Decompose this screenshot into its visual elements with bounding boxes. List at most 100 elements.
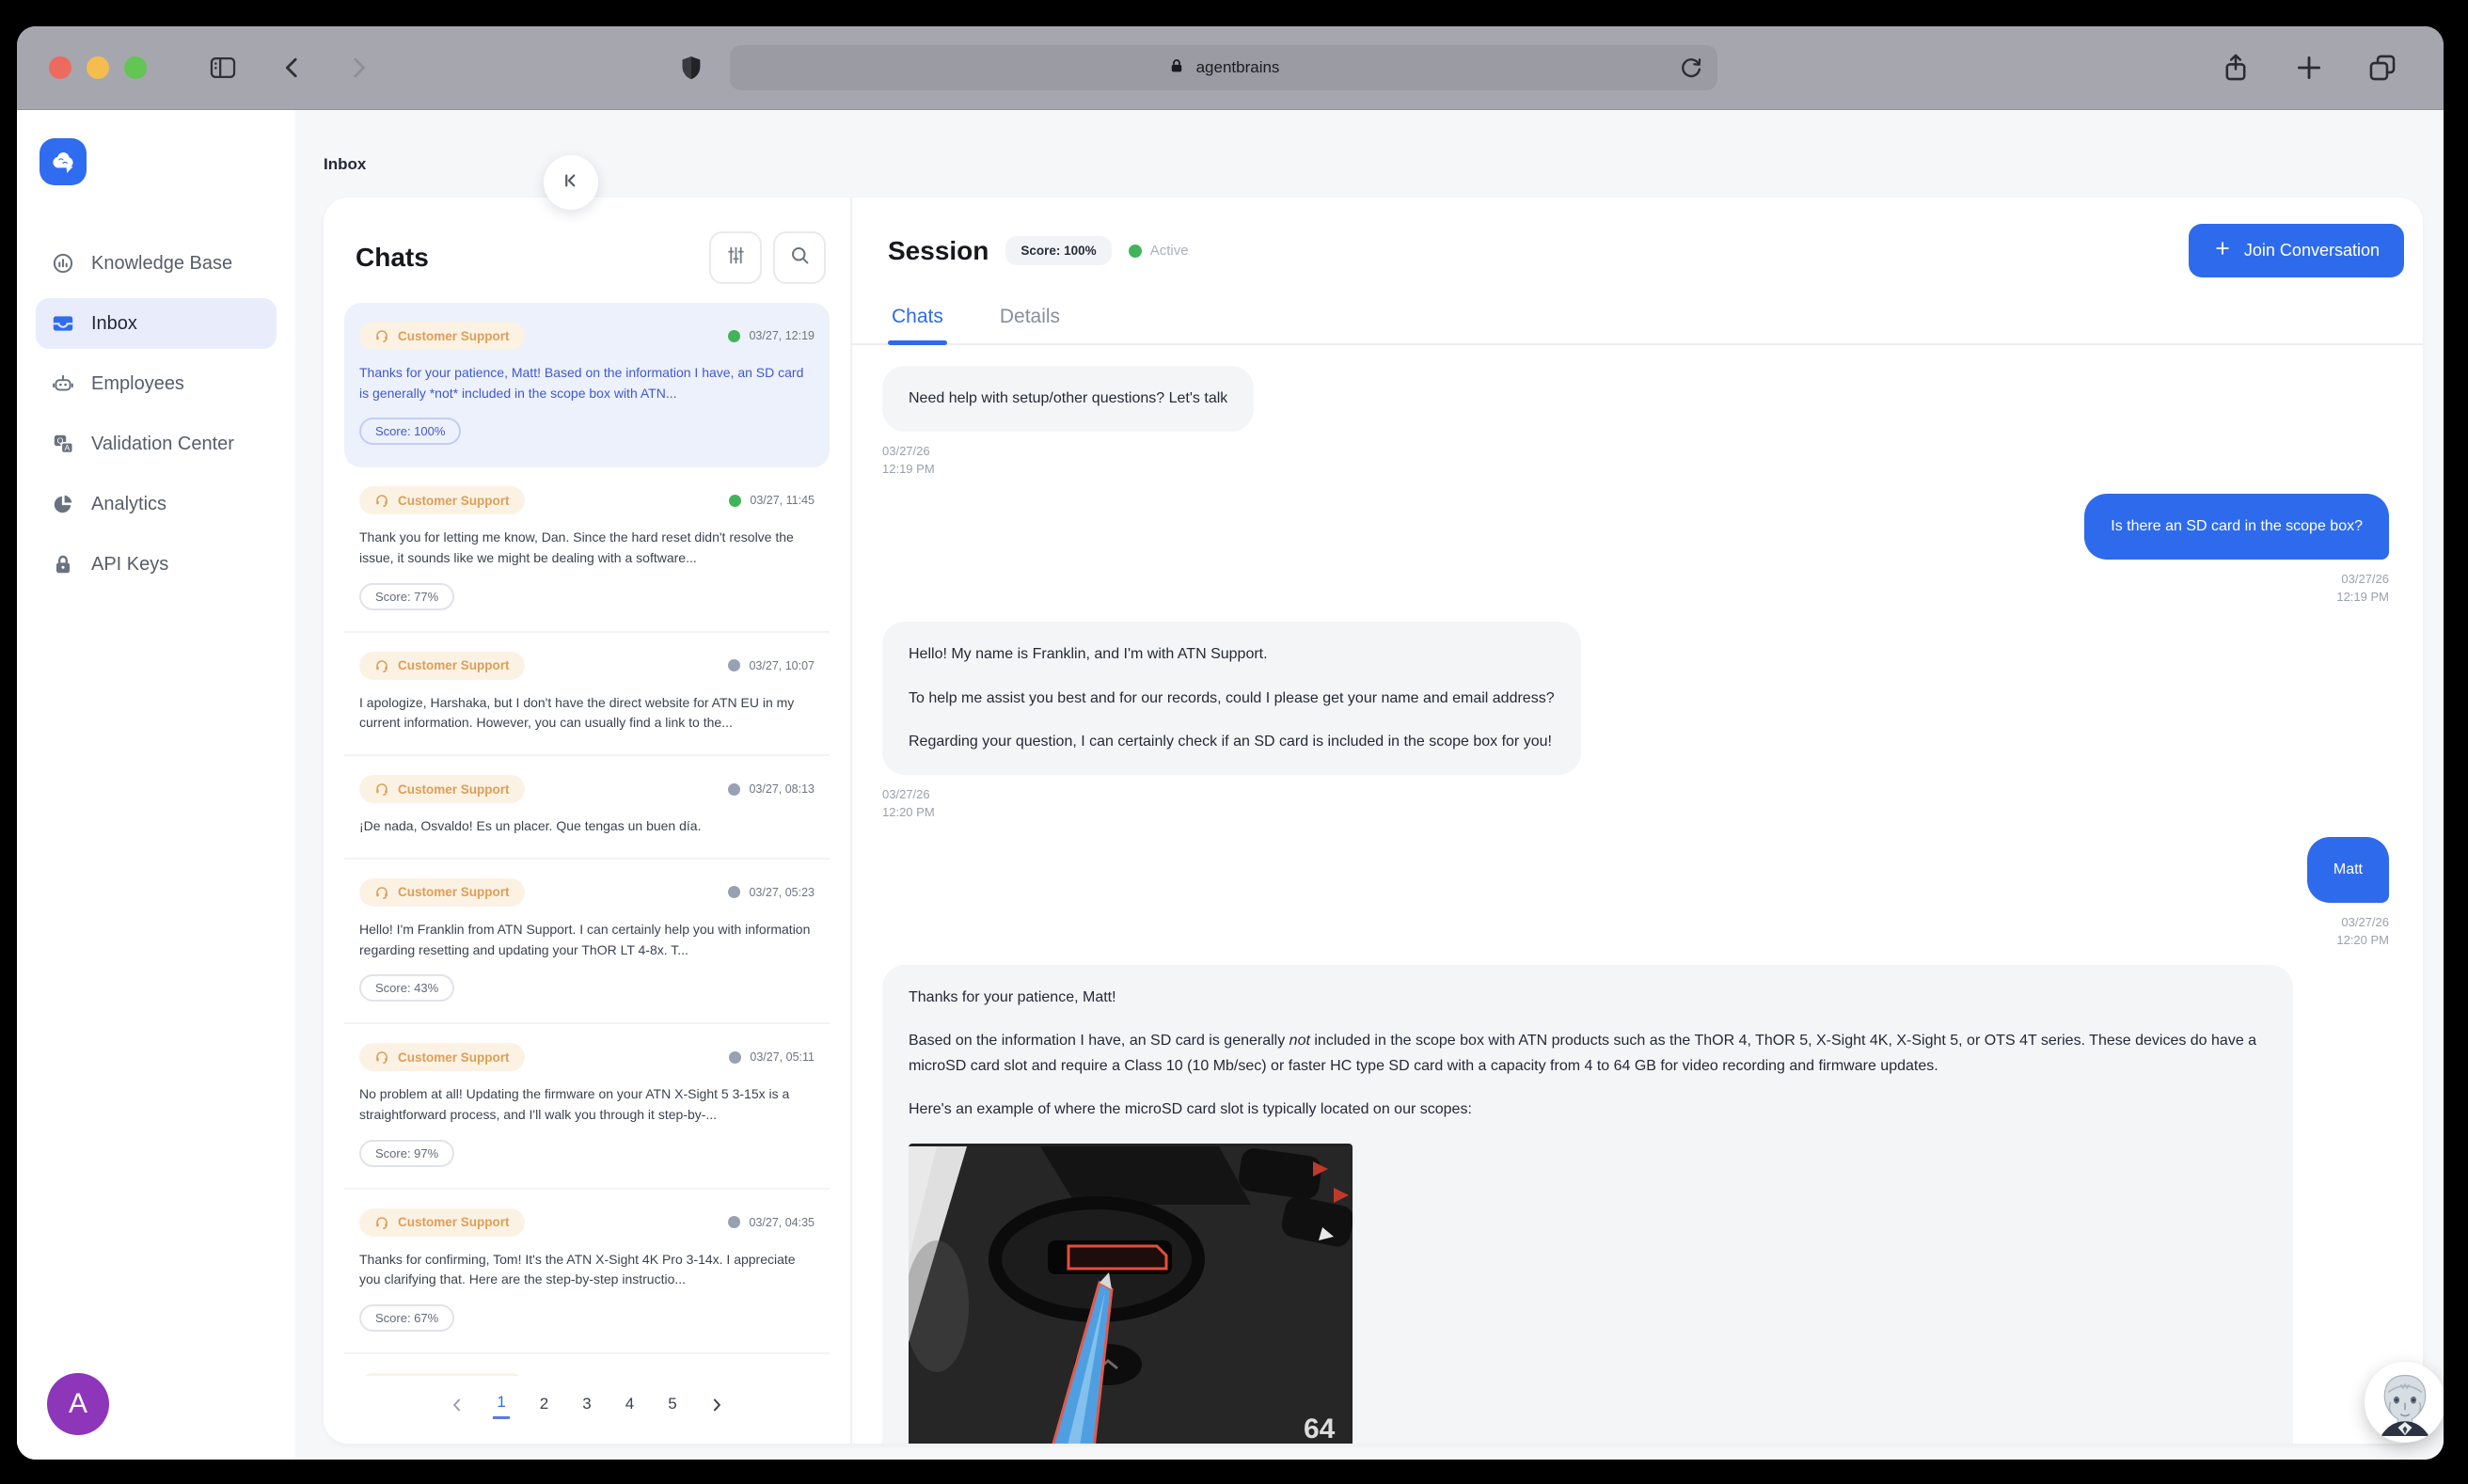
chat-list-item[interactable]: Customer Support 03/27, 05:11 No problem… <box>344 1024 830 1189</box>
user-avatar-letter: A <box>69 1388 87 1420</box>
screen: agentbrains <box>0 0 2468 1484</box>
chats-title: Chats <box>356 243 698 273</box>
tab-details[interactable]: Details <box>996 296 1064 343</box>
page-button[interactable]: 4 <box>622 1393 638 1418</box>
message-bubble: Matt <box>2307 837 2389 903</box>
headset-icon <box>374 328 389 343</box>
employees-icon <box>51 371 75 396</box>
sidebar-item-knowledge-base[interactable]: Knowledge Base <box>36 238 277 289</box>
scope-microsd-slot-image[interactable]: 64 <box>909 1144 1353 1444</box>
session-title: Session <box>888 236 989 266</box>
agent-badge-label: Customer Support <box>398 1050 510 1065</box>
sidebar-toggle-icon[interactable] <box>207 52 239 84</box>
page-button[interactable]: 1 <box>493 1391 509 1419</box>
analytics-icon <box>51 492 75 516</box>
share-icon[interactable] <box>2220 52 2252 84</box>
chat-time: 03/27, 05:11 <box>750 1050 815 1064</box>
status-dot <box>729 495 741 507</box>
address-bar[interactable]: agentbrains <box>730 45 1717 90</box>
user-avatar[interactable]: A <box>47 1373 109 1435</box>
chat-meta: 03/27, 12:19 <box>728 329 815 342</box>
page-button[interactable]: 3 <box>578 1393 594 1418</box>
status-dot <box>728 886 740 898</box>
message-text: To help me assist you best and for our r… <box>909 687 1555 711</box>
chat-preview: Hello! I'm Franklin from ATN Support. I … <box>359 920 815 960</box>
chat-list-item[interactable]: Customer Support 03/27, 08:13 ¡De nada, … <box>344 756 830 860</box>
session-score-badge: Score: 100% <box>1005 236 1111 265</box>
tab-chats[interactable]: Chats <box>888 296 947 343</box>
agent-badge-label: Customer Support <box>398 782 510 797</box>
score-badge: Score: 77% <box>359 583 454 610</box>
chat-meta: 03/27, 11:45 <box>729 494 815 507</box>
page-button[interactable]: 2 <box>536 1393 552 1418</box>
session-status: Active <box>1129 243 1189 259</box>
sidebar-item-label: Knowledge Base <box>91 253 232 275</box>
sidebar-item-employees[interactable]: Employees <box>36 358 277 409</box>
agent-badge-label: Customer Support <box>398 494 510 508</box>
chat-list-item[interactable]: Customer Support 03/27, 10:07 I apologiz… <box>344 633 830 756</box>
forward-icon[interactable] <box>344 54 372 82</box>
shield-icon[interactable] <box>677 54 705 82</box>
main-area: Inbox Chats <box>295 110 2444 1460</box>
chat-list: Customer Support 03/27, 12:19 Thanks for… <box>324 303 850 1376</box>
message-text: Is there an SD card in the scope box? <box>2111 518 2363 534</box>
collapse-sidebar-icon <box>559 168 583 197</box>
page-button[interactable]: 5 <box>664 1393 680 1418</box>
close-window-button[interactable] <box>49 56 71 79</box>
message-text: Thanks for your patience, Matt! <box>909 986 2267 1010</box>
browser-window: agentbrains <box>17 26 2444 1460</box>
back-icon[interactable] <box>278 54 307 82</box>
status-dot <box>728 1216 740 1228</box>
agent-badge: Customer Support <box>359 878 525 907</box>
pagination: 1 2 3 4 5 <box>324 1376 850 1444</box>
chat-time: 03/27, 11:45 <box>750 494 815 507</box>
tabs-overview-icon[interactable] <box>2366 52 2398 84</box>
chat-list-item[interactable]: Customer Support 03/27, 11:45 Thank you … <box>344 467 830 632</box>
chat-preview: I apologize, Harshaka, but I don't have … <box>359 693 815 734</box>
chat-list-item[interactable]: Customer Support 03/27, 03:51 <box>344 1354 830 1376</box>
message-sent: Matt 03/27/26 12:20 PM <box>882 837 2389 950</box>
browser-toolbar: agentbrains <box>17 26 2444 110</box>
message-received: Thanks for your patience, Matt! Based on… <box>882 965 2389 1444</box>
status-dot <box>728 659 740 671</box>
sidebar-item-label: Analytics <box>91 494 166 515</box>
sidebar-item-api-keys[interactable]: API Keys <box>36 539 277 590</box>
chat-meta: 03/27, 05:23 <box>728 886 815 899</box>
chat-list-item[interactable]: Customer Support 03/27, 12:19 Thanks for… <box>344 303 830 467</box>
chat-list-item[interactable]: Customer Support 03/27, 04:35 Thanks for… <box>344 1190 830 1354</box>
chevron-left-icon[interactable] <box>448 1396 467 1414</box>
sidebar-item-inbox[interactable]: Inbox <box>36 298 277 349</box>
chat-meta: 03/27, 10:07 <box>728 659 815 672</box>
brain-logo-icon[interactable] <box>40 138 87 185</box>
minimize-window-button[interactable] <box>87 56 109 79</box>
headset-icon <box>374 885 389 900</box>
session-tabs: Chats Details <box>852 296 2423 345</box>
collapse-sidebar-button[interactable] <box>544 155 598 210</box>
sidebar-item-label: Inbox <box>91 313 137 335</box>
score-badge: Score: 97% <box>359 1140 454 1167</box>
filter-button[interactable] <box>709 231 762 284</box>
headset-icon <box>374 493 389 508</box>
join-conversation-button[interactable]: Join Conversation <box>2189 224 2404 277</box>
sidebar-item-label: Validation Center <box>91 434 234 455</box>
message-bubble: Thanks for your patience, Matt! Based on… <box>882 965 2293 1444</box>
message-text: Hello! My name is Franklin, and I'm with… <box>909 642 1555 667</box>
assistant-robot-avatar[interactable] <box>2365 1362 2444 1443</box>
headset-icon <box>374 781 389 797</box>
search-button[interactable] <box>773 231 826 284</box>
chats-header: Chats <box>324 197 850 303</box>
message-thread[interactable]: Need help with setup/other questions? Le… <box>852 345 2423 1444</box>
search-icon <box>788 244 812 272</box>
content-panel: Chats <box>324 197 2423 1444</box>
chat-list-item[interactable]: Customer Support 03/27, 05:23 Hello! I'm… <box>344 860 830 1024</box>
score-badge: Score: 100% <box>359 418 461 445</box>
chat-time: 03/27, 12:19 <box>749 329 815 342</box>
zoom-window-button[interactable] <box>124 56 147 79</box>
chevron-right-icon[interactable] <box>707 1396 726 1414</box>
new-tab-icon[interactable] <box>2293 52 2325 84</box>
message-bubble: Is there an SD card in the scope box? <box>2084 494 2389 560</box>
reload-icon[interactable] <box>1678 55 1704 86</box>
sidebar-item-analytics[interactable]: Analytics <box>36 479 277 529</box>
status-dot <box>728 783 740 796</box>
sidebar-item-validation-center[interactable]: QA Validation Center <box>36 418 277 469</box>
